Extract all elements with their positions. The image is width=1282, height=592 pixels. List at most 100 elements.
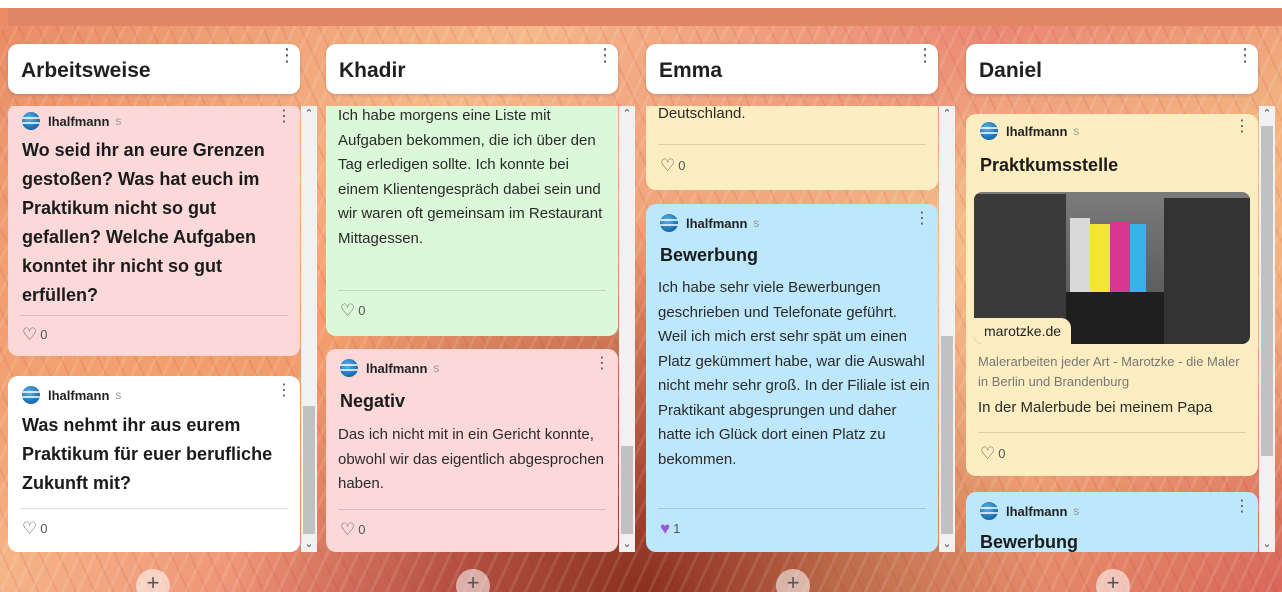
- column-menu-icon[interactable]: ⋮: [1236, 46, 1254, 64]
- post-card[interactable]: Deutschland. ♡ 0: [646, 106, 938, 190]
- post-card[interactable]: lhalfmann s ⋮ Was nehmt ihr aus eurem Pr…: [8, 376, 300, 552]
- scrollbar-thumb[interactable]: [941, 336, 953, 534]
- post-text: Das ich nicht mit in ein Gericht konnte,…: [338, 426, 605, 492]
- column-title: Emma: [659, 59, 723, 82]
- scrollbar-thumb[interactable]: [1261, 126, 1273, 456]
- column-header: Daniel ⋮: [966, 44, 1258, 94]
- scrollbar-thumb[interactable]: [303, 406, 315, 534]
- post-menu-icon[interactable]: ⋮: [1234, 499, 1250, 515]
- post-divider: [20, 508, 288, 509]
- column-scrollbar[interactable]: ⌃ ⌄: [619, 106, 635, 552]
- post-author-row: lhalfmann s: [22, 112, 121, 130]
- like-button[interactable]: ♡ 0: [22, 520, 47, 537]
- scroll-down-icon[interactable]: ⌄: [301, 536, 317, 552]
- image-grey-house: [1070, 218, 1090, 292]
- post-author-row: lhalfmann s: [340, 359, 439, 377]
- scroll-up-icon[interactable]: ⌃: [1259, 106, 1275, 122]
- like-count: 0: [358, 303, 366, 318]
- like-button[interactable]: ♡ 0: [660, 157, 685, 174]
- column-scrollbar[interactable]: ⌃ ⌄: [939, 106, 955, 552]
- window-top-edge: [0, 0, 1282, 8]
- link-description: Malerarbeiten jeder Art - Marotzke - die…: [978, 354, 1240, 389]
- image-pink-house: [1110, 222, 1130, 292]
- column-header: Arbeitsweise ⋮: [8, 44, 300, 94]
- link-preview-image[interactable]: marotzke.de: [974, 192, 1250, 344]
- post-author-row: lhalfmann s: [980, 502, 1079, 520]
- avatar-globe-icon: [980, 122, 998, 140]
- post-title: Bewerbung: [660, 245, 759, 265]
- post-title: Praktkumsstelle: [980, 155, 1119, 175]
- post-menu-icon[interactable]: ⋮: [276, 383, 292, 399]
- column-menu-icon[interactable]: ⋮: [278, 46, 296, 64]
- scroll-down-icon[interactable]: ⌄: [939, 536, 955, 552]
- heart-icon: ♡: [340, 301, 356, 320]
- scroll-down-icon[interactable]: ⌄: [1259, 536, 1275, 552]
- column-scroll-area[interactable]: Deutschland. ♡ 0 lhalfmann s ⋮ Bewerbung…: [646, 106, 956, 552]
- like-count: 1: [673, 521, 681, 536]
- column-title: Daniel: [979, 59, 1043, 82]
- scroll-up-icon[interactable]: ⌃: [939, 106, 955, 122]
- scroll-up-icon[interactable]: ⌃: [619, 106, 635, 122]
- post-divider: [338, 290, 606, 291]
- column-scroll-area[interactable]: Ich habe morgens eine Liste mit Aufgaben…: [326, 106, 636, 552]
- post-title: Was nehmt ihr aus eurem Praktikum für eu…: [22, 415, 273, 493]
- column-menu-icon[interactable]: ⋮: [916, 46, 934, 64]
- post-card[interactable]: Ich habe morgens eine Liste mit Aufgaben…: [326, 106, 618, 336]
- post-card[interactable]: lhalfmann s ⋮ Negativ Das ich nicht mit …: [326, 349, 618, 552]
- like-count: 0: [678, 158, 686, 173]
- column-scrollbar[interactable]: ⌃ ⌄: [301, 106, 317, 552]
- avatar-globe-icon: [22, 386, 40, 404]
- post-author-row: lhalfmann s: [980, 122, 1079, 140]
- post-divider: [978, 432, 1246, 433]
- post-card[interactable]: lhalfmann s ⋮ Wo seid ihr an eure Grenze…: [8, 106, 300, 356]
- column-scrollbar[interactable]: ⌃ ⌄: [1259, 106, 1275, 552]
- heart-icon: ♡: [660, 156, 676, 175]
- author-suffix: s: [115, 114, 122, 128]
- like-count: 0: [358, 522, 366, 537]
- post-menu-icon[interactable]: ⋮: [914, 211, 930, 227]
- avatar-globe-icon: [340, 359, 358, 377]
- link-domain[interactable]: marotzke.de: [974, 318, 1072, 344]
- post-menu-icon[interactable]: ⋮: [276, 109, 292, 125]
- scroll-up-icon[interactable]: ⌃: [301, 106, 317, 122]
- author-suffix: s: [1073, 124, 1080, 138]
- heart-filled-icon: ♥: [660, 519, 671, 538]
- like-button[interactable]: ♡ 0: [340, 302, 365, 319]
- post-card[interactable]: lhalfmann s ⋮ Praktkumsstelle marotzke.d…: [966, 114, 1258, 476]
- post-menu-icon[interactable]: ⋮: [1234, 119, 1250, 135]
- column-title: Arbeitsweise: [21, 59, 151, 82]
- heart-icon: ♡: [22, 519, 38, 538]
- like-button[interactable]: ♡ 0: [22, 326, 47, 343]
- post-author-row: lhalfmann s: [22, 386, 121, 404]
- post-title: Wo seid ihr an eure Grenzen gestoßen? Wa…: [22, 140, 265, 305]
- column-header: Emma ⋮: [646, 44, 938, 94]
- post-title: Negativ: [340, 391, 406, 411]
- scroll-down-icon[interactable]: ⌄: [619, 536, 635, 552]
- author-name[interactable]: lhalfmann: [48, 388, 109, 403]
- avatar-globe-icon: [980, 502, 998, 520]
- post-divider: [658, 144, 926, 145]
- author-name[interactable]: lhalfmann: [1006, 504, 1067, 519]
- post-divider: [338, 509, 606, 510]
- scrollbar-thumb[interactable]: [621, 446, 633, 534]
- column-menu-icon[interactable]: ⋮: [596, 46, 614, 64]
- column-scroll-area[interactable]: lhalfmann s ⋮ Praktkumsstelle marotzke.d…: [966, 106, 1276, 552]
- post-menu-icon[interactable]: ⋮: [594, 356, 610, 372]
- column-header: Khadir ⋮: [326, 44, 618, 94]
- post-title: Bewerbung: [980, 532, 1079, 552]
- post-card[interactable]: lhalfmann s ⋮ Bewerbung: [966, 492, 1258, 552]
- author-name[interactable]: lhalfmann: [1006, 124, 1067, 139]
- avatar-globe-icon: [660, 214, 678, 232]
- author-name[interactable]: lhalfmann: [686, 216, 747, 231]
- like-button[interactable]: ♡ 0: [340, 521, 365, 538]
- post-card[interactable]: lhalfmann s ⋮ Bewerbung Ich habe sehr vi…: [646, 204, 938, 552]
- post-divider: [658, 508, 926, 509]
- column-title: Khadir: [339, 59, 406, 82]
- author-name[interactable]: lhalfmann: [48, 114, 109, 129]
- heart-icon: ♡: [980, 444, 996, 463]
- like-button[interactable]: ♥ 1: [660, 520, 680, 537]
- author-name[interactable]: lhalfmann: [366, 361, 427, 376]
- column-scroll-area[interactable]: lhalfmann s ⋮ Wo seid ihr an eure Grenze…: [8, 106, 318, 552]
- like-button[interactable]: ♡ 0: [980, 445, 1005, 462]
- like-count: 0: [40, 327, 48, 342]
